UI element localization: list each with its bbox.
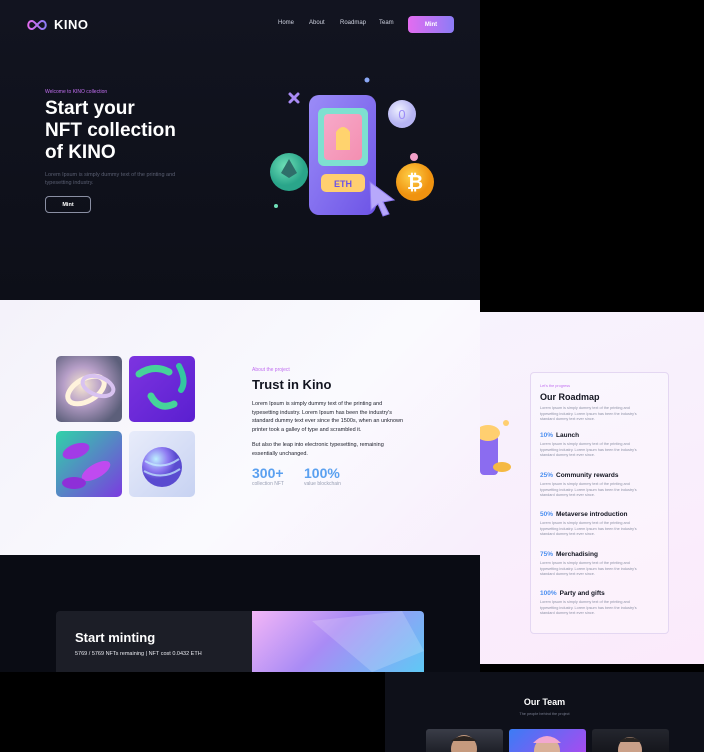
nft-tile-blobs[interactable]	[56, 431, 122, 497]
nav-about[interactable]: About	[309, 20, 325, 26]
roadmap-intro-line3: standard dummy text ever since.	[540, 417, 595, 421]
minting-artwork	[252, 611, 424, 672]
team-member-photo-1[interactable]	[426, 729, 503, 752]
about-p2-line2: essentially unchanged.	[252, 450, 308, 457]
roadmap-item-pct: 50%	[540, 511, 554, 518]
roadmap-item-pct: 100%	[540, 590, 557, 597]
roadmap-item-desc-line3: standard dummy text ever since.	[540, 532, 595, 536]
roadmap-item-desc-line1: Lorem Ipsum is simply dummy text of the …	[540, 521, 630, 525]
chain-art	[65, 373, 116, 407]
ethereum-coin-icon	[270, 153, 308, 191]
worms-art	[135, 363, 187, 410]
brand-logo[interactable]: KINO	[26, 17, 89, 32]
team-title: Our Team	[523, 697, 566, 707]
nav-home[interactable]: Home	[278, 20, 294, 26]
roadmap-item-desc-line1: Lorem Ipsum is simply dummy text of the …	[540, 482, 630, 486]
roadmap-illustration	[480, 420, 511, 475]
minting-art-shape	[312, 611, 424, 672]
hero-kicker: Welcome to KINO collection	[45, 89, 108, 95]
team-member-photo-2[interactable]	[509, 729, 586, 752]
team-subtitle: The people behind the project	[519, 712, 570, 716]
roadmap-item-title: Launch	[556, 432, 580, 439]
close-icon	[288, 92, 300, 104]
nav-roadmap[interactable]: Roadmap	[340, 20, 366, 26]
stat-blockchain-value: 100%	[304, 465, 340, 481]
bitcoin-coin-icon: ₿	[396, 163, 434, 201]
roadmap-item-launch: 10% Launch Lorem Ipsum is simply dummy te…	[540, 432, 640, 459]
about-title: Trust in Kino	[252, 377, 332, 392]
infinity-logo-icon	[27, 19, 47, 30]
minting-title: Start minting	[75, 630, 156, 645]
roadmap-title: Our Roadmap	[540, 392, 600, 402]
roadmap-item-title: Community rewards	[556, 472, 619, 479]
minting-subtitle: 5769 / 5769 NFTs remaining | NFT cost 0.…	[75, 651, 202, 657]
hero-illustration: ETH 0 ₿	[270, 77, 434, 217]
about-p1-line4: printer took a galley of type and scramb…	[252, 426, 362, 433]
hero-desc-line2: typesetting industry.	[45, 180, 94, 186]
svg-text:0: 0	[398, 107, 405, 122]
roadmap-item-pct: 10%	[540, 432, 554, 439]
roadmap-item-pct: 75%	[540, 551, 554, 558]
roadmap-item-title: Metaverse introduction	[556, 511, 628, 518]
avatar	[451, 735, 477, 752]
stat-blockchain-label: value blockchain	[304, 481, 341, 487]
hero-title-line3: of KINO	[45, 142, 116, 163]
roadmap-item-desc-line1: Lorem Ipsum is simply dummy text of the …	[540, 561, 630, 565]
team-member-photo-3[interactable]	[592, 729, 669, 752]
roadmap-item-desc-line1: Lorem Ipsum is simply dummy text of the …	[540, 600, 630, 604]
avatar	[533, 736, 561, 752]
stat-collection: 300+ collection NFT	[252, 465, 284, 487]
stat-collection-value: 300+	[252, 465, 284, 481]
nft-tile-sphere[interactable]	[129, 431, 195, 497]
roadmap-intro: Lorem Ipsum is simply dummy text of the …	[540, 406, 640, 423]
roadmap-item-desc-line3: standard dummy text ever since.	[540, 453, 595, 457]
roadmap-item-metaverse: 50% Metaverse introduction Lorem Ipsum is…	[540, 511, 640, 538]
stat-collection-label: collection NFT	[252, 481, 284, 487]
stat-blockchain: 100% value blockchain	[304, 465, 341, 487]
roadmap-item-title: Merchadising	[556, 551, 598, 558]
brand-name: KINO	[54, 17, 89, 32]
nav-mint-button[interactable]: Mint	[408, 16, 454, 33]
token-coin-icon: 0	[388, 100, 416, 128]
nft-tile-worms[interactable]	[129, 356, 195, 422]
roadmap-item-desc-line3: standard dummy text ever since.	[540, 493, 595, 497]
roadmap-kicker: Let's the progress	[540, 384, 571, 388]
blobs-art	[62, 442, 111, 489]
about-p1-line3: standard dummy text ever since the 1500s…	[252, 418, 404, 424]
roadmap-item-party: 100% Party and gifts Lorem Ipsum is simpl…	[540, 590, 640, 617]
roadmap-item-desc-line1: Lorem Ipsum is simply dummy text of the …	[540, 442, 630, 446]
roadmap-item-desc-line3: standard dummy text ever since.	[540, 572, 595, 576]
sphere-art	[142, 447, 182, 487]
roadmap-item-community: 25% Community rewards Lorem Ipsum is simp…	[540, 472, 640, 499]
about-paragraph-1: Lorem Ipsum is simply dummy text of the …	[252, 400, 422, 434]
about-p1-line2: typesetting industry. Lorem Ipsum has be…	[252, 409, 393, 416]
roadmap-item-pct: 25%	[540, 472, 554, 479]
roadmap-intro-line1: Lorem Ipsum is simply dummy text of the …	[540, 406, 630, 410]
hero-desc-line1: Lorem Ipsum is simply dummy text of the …	[45, 172, 176, 178]
roadmap-item-title: Party and gifts	[559, 590, 605, 597]
avatar	[618, 737, 642, 752]
roadmap-item-merchandising: 75% Merchadising Lorem Ipsum is simply du…	[540, 551, 640, 578]
about-p1-line1: Lorem Ipsum is simply dummy text of the …	[252, 401, 383, 407]
nft-tile-chain[interactable]	[56, 356, 122, 422]
hero-description: Lorem Ipsum is simply dummy text of the …	[45, 171, 195, 187]
hero-title-line2: NFT collection	[45, 120, 176, 141]
about-kicker: About the project	[252, 367, 290, 373]
eth-price-tag: ETH	[334, 179, 352, 189]
nav-team[interactable]: Team	[379, 20, 394, 26]
hero-title: Start your NFT collection of KINO	[45, 98, 176, 164]
hero-title-line1: Start your	[45, 98, 135, 119]
hero-mint-button[interactable]: Mint	[45, 196, 91, 213]
svg-text:₿: ₿	[407, 172, 423, 194]
about-paragraph-2: But also the leap into electronic typese…	[252, 441, 422, 458]
roadmap-item-desc-line3: standard dummy text ever since.	[540, 611, 595, 615]
about-p2-line1: But also the leap into electronic typese…	[252, 442, 384, 448]
